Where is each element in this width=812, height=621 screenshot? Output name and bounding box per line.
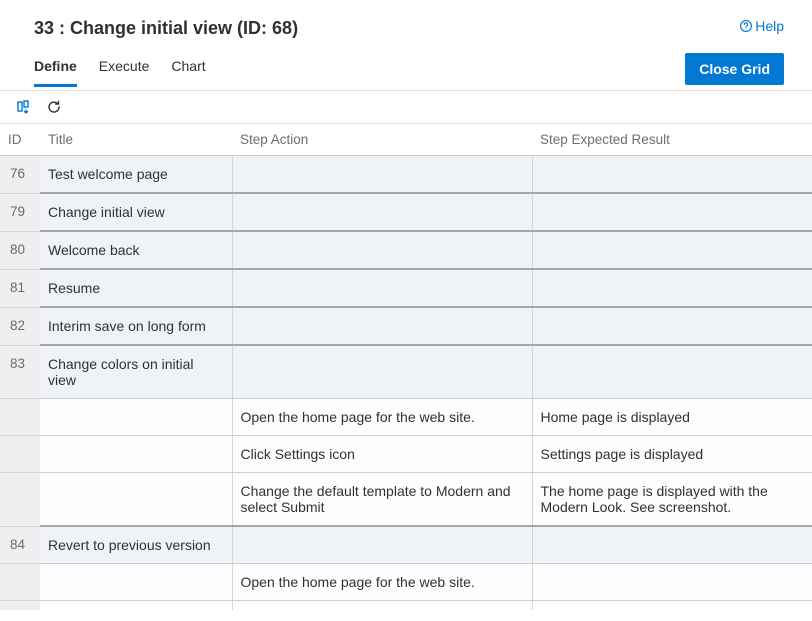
- cell-expected[interactable]: [532, 526, 812, 564]
- help-link[interactable]: Help: [739, 18, 784, 34]
- test-steps-table: ID Title Step Action Step Expected Resul…: [0, 124, 812, 610]
- cell-action[interactable]: [232, 193, 532, 231]
- cell-expected[interactable]: The home page is displayed with the Mode…: [532, 473, 812, 527]
- cell-title[interactable]: Resume: [40, 269, 232, 307]
- cell-title[interactable]: Change initial view: [40, 193, 232, 231]
- table-row[interactable]: Open the home page for the web site.: [0, 564, 812, 601]
- col-header-title[interactable]: Title: [40, 124, 232, 156]
- cell-id[interactable]: 76: [0, 156, 40, 194]
- cell-id[interactable]: 82: [0, 307, 40, 345]
- cell-expected[interactable]: [532, 269, 812, 307]
- cell-action[interactable]: [232, 345, 532, 399]
- col-header-id[interactable]: ID: [0, 124, 40, 156]
- cell-id[interactable]: [0, 601, 40, 611]
- cell-title[interactable]: Test welcome page: [40, 156, 232, 194]
- cell-title[interactable]: Revert to previous version: [40, 526, 232, 564]
- cell-action[interactable]: Open the home page for the web site.: [232, 564, 532, 601]
- cell-id[interactable]: [0, 473, 40, 527]
- cell-action[interactable]: Open the home page for the web site.: [232, 399, 532, 436]
- cell-expected[interactable]: [532, 601, 812, 611]
- table-row[interactable]: 80Welcome back: [0, 231, 812, 269]
- cell-expected[interactable]: Home page is displayed: [532, 399, 812, 436]
- cell-expected[interactable]: Settings page is displayed: [532, 436, 812, 473]
- tab-define[interactable]: Define: [34, 58, 77, 87]
- cell-title[interactable]: Interim save on long form: [40, 307, 232, 345]
- cell-action[interactable]: Change the default template to Modern an…: [232, 473, 532, 527]
- col-header-expected[interactable]: Step Expected Result: [532, 124, 812, 156]
- cell-title[interactable]: [40, 473, 232, 527]
- cell-action[interactable]: [232, 156, 532, 194]
- cell-action[interactable]: Click Settings icon.: [232, 601, 532, 611]
- table-row[interactable]: 76Test welcome page: [0, 156, 812, 194]
- table-row[interactable]: Click Settings iconSettings page is disp…: [0, 436, 812, 473]
- table-row[interactable]: 83Change colors on initial view: [0, 345, 812, 399]
- cell-expected[interactable]: [532, 193, 812, 231]
- cell-id[interactable]: 80: [0, 231, 40, 269]
- cell-id[interactable]: [0, 436, 40, 473]
- tab-bar: Define Execute Chart: [34, 58, 206, 87]
- cell-title[interactable]: [40, 399, 232, 436]
- cell-title[interactable]: Welcome back: [40, 231, 232, 269]
- table-row[interactable]: Open the home page for the web site.Home…: [0, 399, 812, 436]
- cell-id[interactable]: [0, 564, 40, 601]
- cell-id[interactable]: 79: [0, 193, 40, 231]
- cell-expected[interactable]: [532, 156, 812, 194]
- cell-action[interactable]: [232, 526, 532, 564]
- cell-expected[interactable]: [532, 345, 812, 399]
- cell-expected[interactable]: [532, 231, 812, 269]
- cell-action[interactable]: [232, 269, 532, 307]
- close-grid-button[interactable]: Close Grid: [685, 53, 784, 85]
- table-row[interactable]: 82Interim save on long form: [0, 307, 812, 345]
- cell-title[interactable]: Change colors on initial view: [40, 345, 232, 399]
- page-title: 33 : Change initial view (ID: 68): [34, 18, 298, 39]
- cell-action[interactable]: Click Settings icon: [232, 436, 532, 473]
- help-label: Help: [755, 18, 784, 34]
- cell-expected[interactable]: [532, 307, 812, 345]
- tab-chart[interactable]: Chart: [171, 58, 205, 87]
- refresh-icon[interactable]: [46, 99, 62, 115]
- table-row[interactable]: Change the default template to Modern an…: [0, 473, 812, 527]
- help-icon: [739, 19, 753, 33]
- column-options-icon[interactable]: [16, 99, 32, 115]
- cell-id[interactable]: 83: [0, 345, 40, 399]
- grid-toolbar: [0, 91, 812, 124]
- cell-action[interactable]: [232, 231, 532, 269]
- cell-title[interactable]: [40, 564, 232, 601]
- table-row[interactable]: 81Resume: [0, 269, 812, 307]
- cell-expected[interactable]: [532, 564, 812, 601]
- cell-title[interactable]: [40, 436, 232, 473]
- cell-id[interactable]: [0, 399, 40, 436]
- col-header-action[interactable]: Step Action: [232, 124, 532, 156]
- table-row[interactable]: 84Revert to previous version: [0, 526, 812, 564]
- table-row[interactable]: Click Settings icon.: [0, 601, 812, 611]
- table-row[interactable]: 79Change initial view: [0, 193, 812, 231]
- cell-action[interactable]: [232, 307, 532, 345]
- cell-title[interactable]: [40, 601, 232, 611]
- cell-id[interactable]: 84: [0, 526, 40, 564]
- tab-execute[interactable]: Execute: [99, 58, 150, 87]
- cell-id[interactable]: 81: [0, 269, 40, 307]
